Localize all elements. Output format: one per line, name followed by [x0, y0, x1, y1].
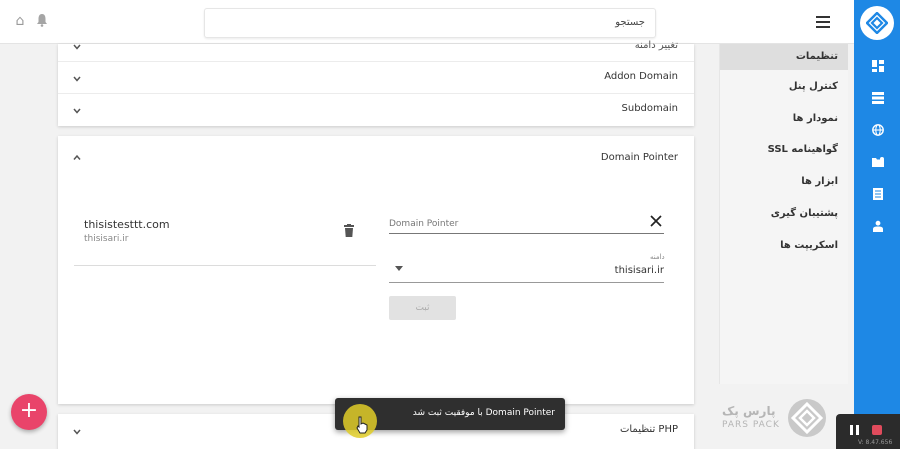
add-fab-button[interactable]: + — [11, 394, 47, 430]
pause-icon[interactable] — [850, 425, 859, 435]
top-bar: ⌂ جستجو — [0, 0, 854, 44]
recorder-version: V: 8.47.656 — [858, 439, 893, 446]
screen-recorder-widget: V: 8.47.656 — [836, 414, 900, 449]
submit-button[interactable]: ثبت — [389, 296, 456, 320]
search-input-value: جستجو — [615, 17, 645, 28]
home-icon[interactable]: ⌂ — [12, 13, 28, 29]
domain-settings-panel: تغییر دامنه Addon Domain Subdomain — [58, 40, 694, 126]
watermark-text: پارس پک — [722, 404, 776, 418]
domain-pointer-panel: Domain Pointer thisistesttt.com thisisar… — [58, 136, 694, 404]
users-icon[interactable] — [872, 220, 884, 232]
parspack-logo[interactable] — [860, 6, 894, 40]
chevron-up-icon[interactable] — [72, 153, 82, 163]
menu-item-ssl[interactable]: گواهینامه SSL — [713, 137, 838, 163]
chevron-down-icon[interactable] — [72, 427, 82, 437]
server-icon[interactable] — [872, 92, 884, 104]
hamburger-menu-icon[interactable] — [816, 16, 830, 28]
watermark-subtext: PARS PACK — [722, 420, 780, 430]
notification-bell-icon[interactable] — [34, 13, 50, 29]
chevron-down-icon[interactable] — [72, 42, 82, 52]
pointer-parent-domain: thisisari.ir — [84, 234, 129, 244]
change-domain-row-label[interactable]: تغییر دامنه — [635, 40, 678, 51]
watermark-logo-icon — [788, 399, 826, 437]
domain-pointer-input-underline — [389, 233, 664, 234]
search-input[interactable]: جستجو — [204, 8, 656, 38]
snackbar-message: Domain Pointer با موفقیت ثبت شد — [412, 408, 555, 418]
menu-item-charts[interactable]: نمودار ها — [713, 106, 838, 132]
menu-item-control-panel[interactable]: کنترل پنل — [713, 74, 838, 100]
domain-select-value[interactable]: thisisari.ir — [615, 265, 664, 276]
entry-divider — [74, 265, 376, 266]
menu-item-settings[interactable]: تنظیمات — [720, 44, 848, 70]
stop-icon[interactable] — [872, 425, 882, 435]
domain-select-underline — [389, 282, 664, 283]
settings-side-menu: تنظیمات کنترل پنل نمودار ها گواهینامه SS… — [719, 44, 848, 384]
pointer-domain-name: thisistesttt.com — [84, 218, 170, 231]
document-icon[interactable] — [872, 188, 884, 200]
subdomain-row-label[interactable]: Subdomain — [622, 103, 678, 114]
dropdown-caret-icon[interactable] — [395, 266, 403, 271]
domain-pointer-input-placeholder[interactable]: Domain Pointer — [389, 219, 458, 229]
chevron-down-icon[interactable] — [72, 106, 82, 116]
folder-icon[interactable] — [872, 156, 884, 168]
menu-item-tools[interactable]: ابزار ها — [713, 169, 838, 195]
domain-select-caption: دامنه — [650, 253, 665, 261]
hand-cursor-icon — [356, 416, 368, 434]
app-rail — [854, 0, 900, 449]
menu-item-scripts[interactable]: اسکریپت ها — [713, 233, 838, 259]
delete-icon[interactable] — [344, 224, 354, 237]
globe-icon[interactable] — [872, 124, 884, 136]
php-settings-row-label[interactable]: تنظیمات PHP — [620, 424, 678, 435]
menu-item-backup[interactable]: پشتیبان گیری — [713, 201, 838, 227]
clear-icon[interactable] — [650, 215, 662, 227]
addon-domain-row-label[interactable]: Addon Domain — [604, 71, 678, 82]
domain-pointer-title[interactable]: Domain Pointer — [601, 152, 678, 163]
dashboard-icon[interactable] — [872, 60, 884, 72]
chevron-down-icon[interactable] — [72, 74, 82, 84]
